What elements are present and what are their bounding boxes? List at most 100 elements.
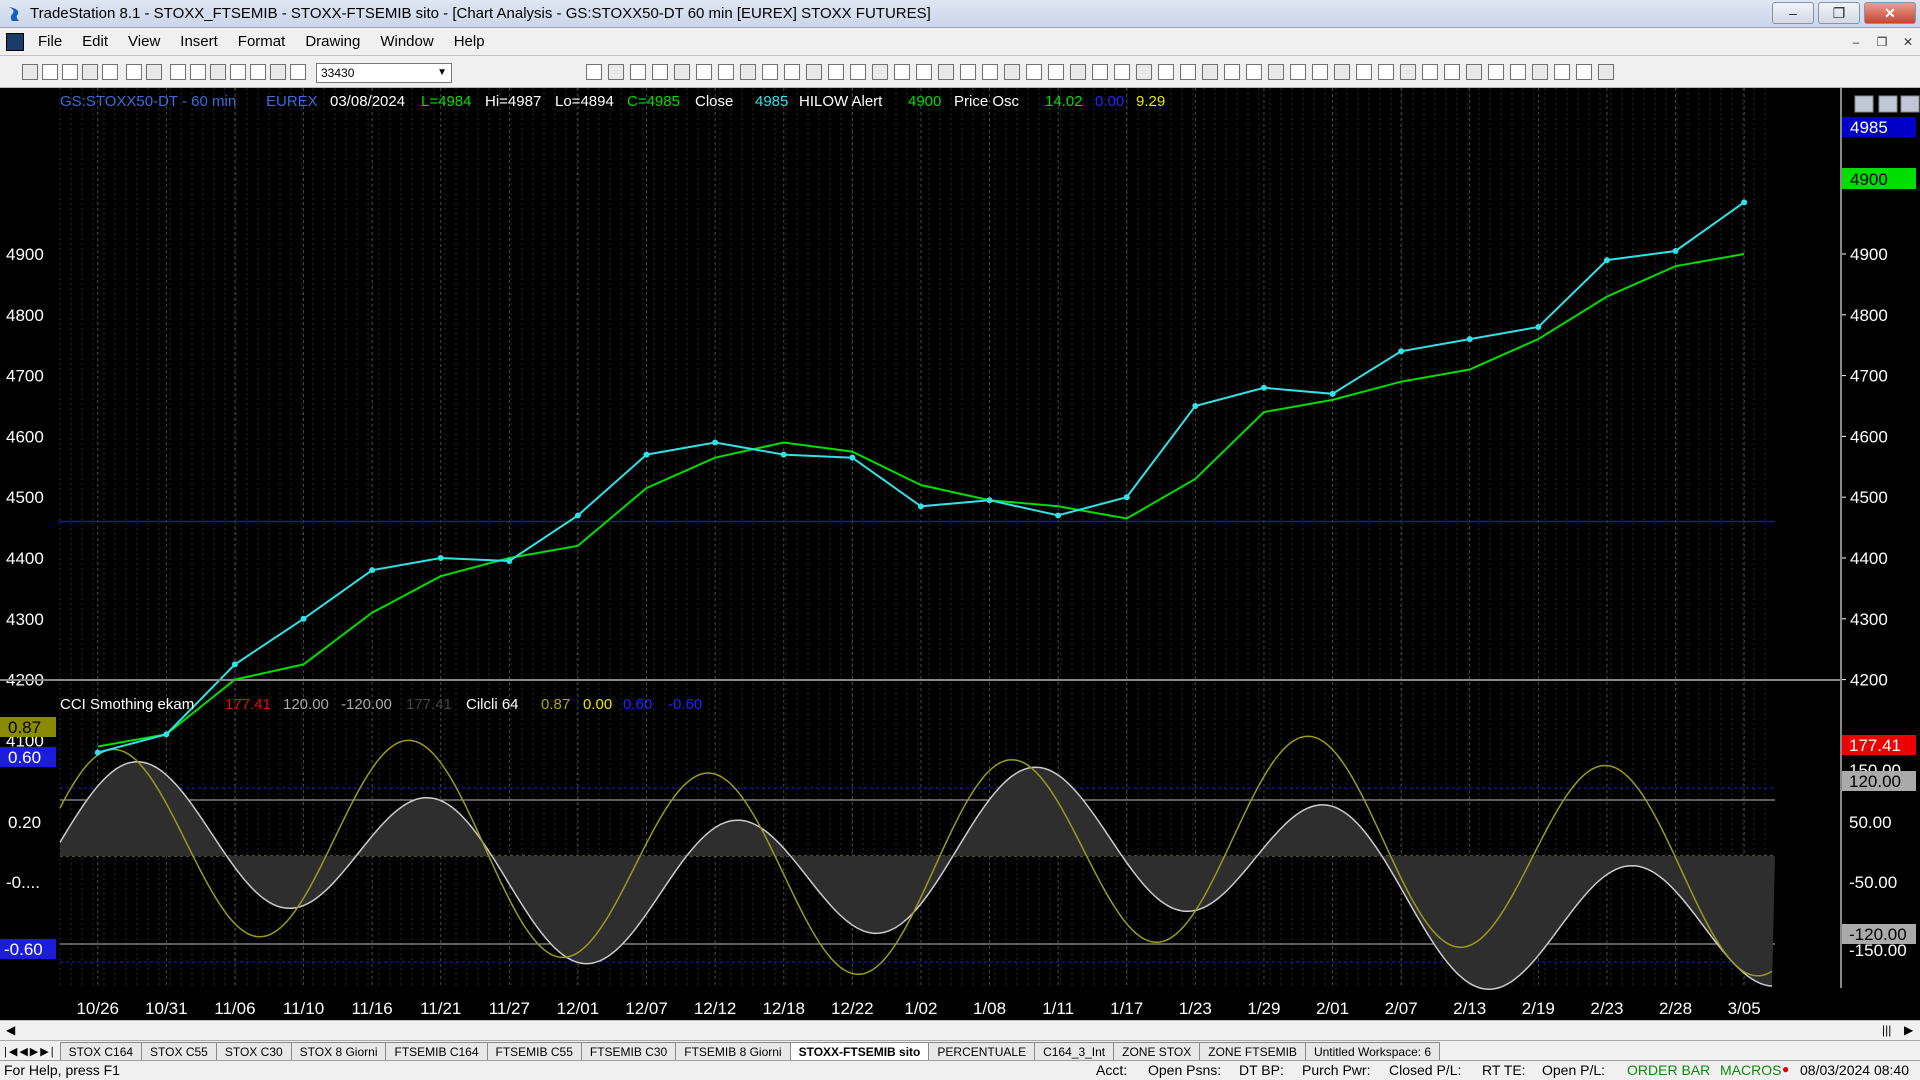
toolbar-tool-icon[interactable]: [1246, 64, 1262, 80]
toolbar-tool-icon[interactable]: [586, 64, 602, 80]
toolbar-tool-icon[interactable]: [1334, 64, 1350, 80]
menu-file[interactable]: File: [28, 33, 72, 50]
toolbar-tool-icon[interactable]: [102, 64, 118, 80]
close-data-point[interactable]: [1398, 348, 1405, 355]
close-data-point[interactable]: [1535, 323, 1542, 330]
menu-drawing[interactable]: Drawing: [295, 33, 370, 50]
toolbar-tool-icon[interactable]: [674, 64, 690, 80]
toolbar-tool-icon[interactable]: [1400, 64, 1416, 80]
close-data-point[interactable]: [917, 503, 924, 510]
toolbar-tool-icon[interactable]: [126, 64, 142, 80]
menu-insert[interactable]: Insert: [170, 33, 228, 50]
toolbar-tool-icon[interactable]: [1092, 64, 1108, 80]
close-data-point[interactable]: [780, 451, 787, 458]
workspace-tab[interactable]: STOX C164: [59, 1042, 143, 1060]
toolbar-tool-icon[interactable]: [1312, 64, 1328, 80]
chevron-down-icon[interactable]: ▼: [437, 64, 447, 82]
toolbar-tool-icon[interactable]: [1422, 64, 1438, 80]
chart-canvas[interactable]: 10/26 10/31 11/06 11/10 11/16 11/21 11/27 12/01…: [0, 88, 1920, 1020]
workspace-tab[interactable]: STOX C55: [141, 1042, 217, 1060]
mdi-close-button[interactable]: ✕: [1898, 33, 1918, 51]
toolbar-tool-icon[interactable]: [872, 64, 888, 80]
toolbar-tool-icon[interactable]: [784, 64, 800, 80]
toolbar-tool-icon[interactable]: [1356, 64, 1372, 80]
close-data-point[interactable]: [1741, 199, 1748, 206]
toolbar-tool-icon[interactable]: [1532, 64, 1548, 80]
workspace-tab[interactable]: STOX C30: [215, 1042, 292, 1060]
toolbar-tool-icon[interactable]: [1026, 64, 1042, 80]
workspace-tab[interactable]: C164_3_Int: [1034, 1042, 1115, 1060]
toolbar-tool-icon[interactable]: [718, 64, 734, 80]
close-data-point[interactable]: [1603, 257, 1610, 264]
toolbar-tool-icon[interactable]: [210, 64, 226, 80]
toolbar-tool-icon[interactable]: [1488, 64, 1504, 80]
workspace-tab[interactable]: FTSEMIB 8 Giorni: [675, 1042, 791, 1060]
toolbar-tool-icon[interactable]: [1070, 64, 1086, 80]
close-data-point[interactable]: [231, 661, 238, 668]
menu-view[interactable]: View: [118, 33, 170, 50]
symbol-combobox[interactable]: 33430 ▼: [316, 63, 452, 83]
menu-edit[interactable]: Edit: [72, 33, 118, 50]
toolbar-tool-icon[interactable]: [938, 64, 954, 80]
toolbar-tool-icon[interactable]: [22, 64, 38, 80]
menu-help[interactable]: Help: [444, 33, 495, 50]
close-data-point[interactable]: [712, 439, 719, 446]
close-data-point[interactable]: [1192, 403, 1199, 409]
toolbar-tool-icon[interactable]: [1444, 64, 1460, 80]
macros-button[interactable]: MACROS: [1720, 1062, 1781, 1078]
toolbar-tool-icon[interactable]: [828, 64, 844, 80]
close-data-point[interactable]: [94, 749, 101, 756]
close-data-point[interactable]: [1466, 336, 1473, 343]
close-data-point[interactable]: [1055, 512, 1062, 519]
minimize-button[interactable]: –: [1772, 2, 1814, 24]
close-data-point[interactable]: [1672, 247, 1679, 254]
toolbar-tool-icon[interactable]: [1576, 64, 1592, 80]
toolbar-tool-icon[interactable]: [1048, 64, 1064, 80]
close-data-point[interactable]: [300, 615, 307, 622]
close-data-point[interactable]: [986, 497, 993, 504]
toolbar-tool-icon[interactable]: [1378, 64, 1394, 80]
toolbar-tool-icon[interactable]: [1180, 64, 1196, 80]
workspace-tab[interactable]: FTSEMIB C164: [385, 1042, 488, 1060]
toolbar-tool-icon[interactable]: [1202, 64, 1218, 80]
toolbar-tool-icon[interactable]: [1114, 64, 1130, 80]
workspace-tab[interactable]: ZONE STOX: [1113, 1042, 1201, 1060]
toolbar-tool-icon[interactable]: [1466, 64, 1482, 80]
toolbar-tool-icon[interactable]: [250, 64, 266, 80]
toolbar-tool-icon[interactable]: [1598, 64, 1614, 80]
toolbar-tool-icon[interactable]: [894, 64, 910, 80]
toolbar-tool-icon[interactable]: [696, 64, 712, 80]
workspace-tab[interactable]: Untitled Workspace: 6: [1304, 1042, 1441, 1060]
toolbar-tool-icon[interactable]: [740, 64, 756, 80]
scroll-right-icon[interactable]: ▶: [1904, 1023, 1913, 1037]
workspace-tab[interactable]: PERCENTUALE: [928, 1042, 1036, 1060]
workspace-tab[interactable]: STOX 8 Giorni: [290, 1042, 387, 1060]
scroll-left-icon[interactable]: ◀: [6, 1023, 15, 1037]
toolbar-tool-icon[interactable]: [850, 64, 866, 80]
workspace-tab[interactable]: FTSEMIB C30: [580, 1042, 677, 1060]
toolbar-tool-icon[interactable]: [170, 64, 186, 80]
toolbar-tool-icon[interactable]: [82, 64, 98, 80]
toolbar-tool-icon[interactable]: [42, 64, 58, 80]
toolbar-tool-icon[interactable]: [1158, 64, 1174, 80]
workspace-tab[interactable]: FTSEMIB C55: [486, 1042, 582, 1060]
toolbar-tool-icon[interactable]: [630, 64, 646, 80]
scroll-bars-icon[interactable]: |||: [1882, 1023, 1891, 1037]
toolbar-tool-icon[interactable]: [608, 64, 624, 80]
chart-analysis-window[interactable]: 10/26 10/31 11/06 11/10 11/16 11/21 11/27 12/01…: [0, 88, 1920, 1020]
toolbar-tool-icon[interactable]: [1510, 64, 1526, 80]
toolbar-tool-icon[interactable]: [982, 64, 998, 80]
toolbar-tool-icon[interactable]: [916, 64, 932, 80]
toolbar-tool-icon[interactable]: [1290, 64, 1306, 80]
close-data-point[interactable]: [506, 558, 513, 565]
restore-button[interactable]: ❐: [1818, 2, 1860, 24]
close-data-point[interactable]: [437, 555, 444, 561]
mdi-minimize-button[interactable]: –: [1846, 33, 1866, 51]
toolbar-tool-icon[interactable]: [62, 64, 78, 80]
toolbar-tool-icon[interactable]: [960, 64, 976, 80]
toolbar-tool-icon[interactable]: [290, 64, 306, 80]
subwindow-min-button[interactable]: [1854, 95, 1874, 113]
close-data-point[interactable]: [369, 567, 376, 574]
toolbar-tool-icon[interactable]: [1004, 64, 1020, 80]
pane-divider[interactable]: [0, 679, 1840, 681]
